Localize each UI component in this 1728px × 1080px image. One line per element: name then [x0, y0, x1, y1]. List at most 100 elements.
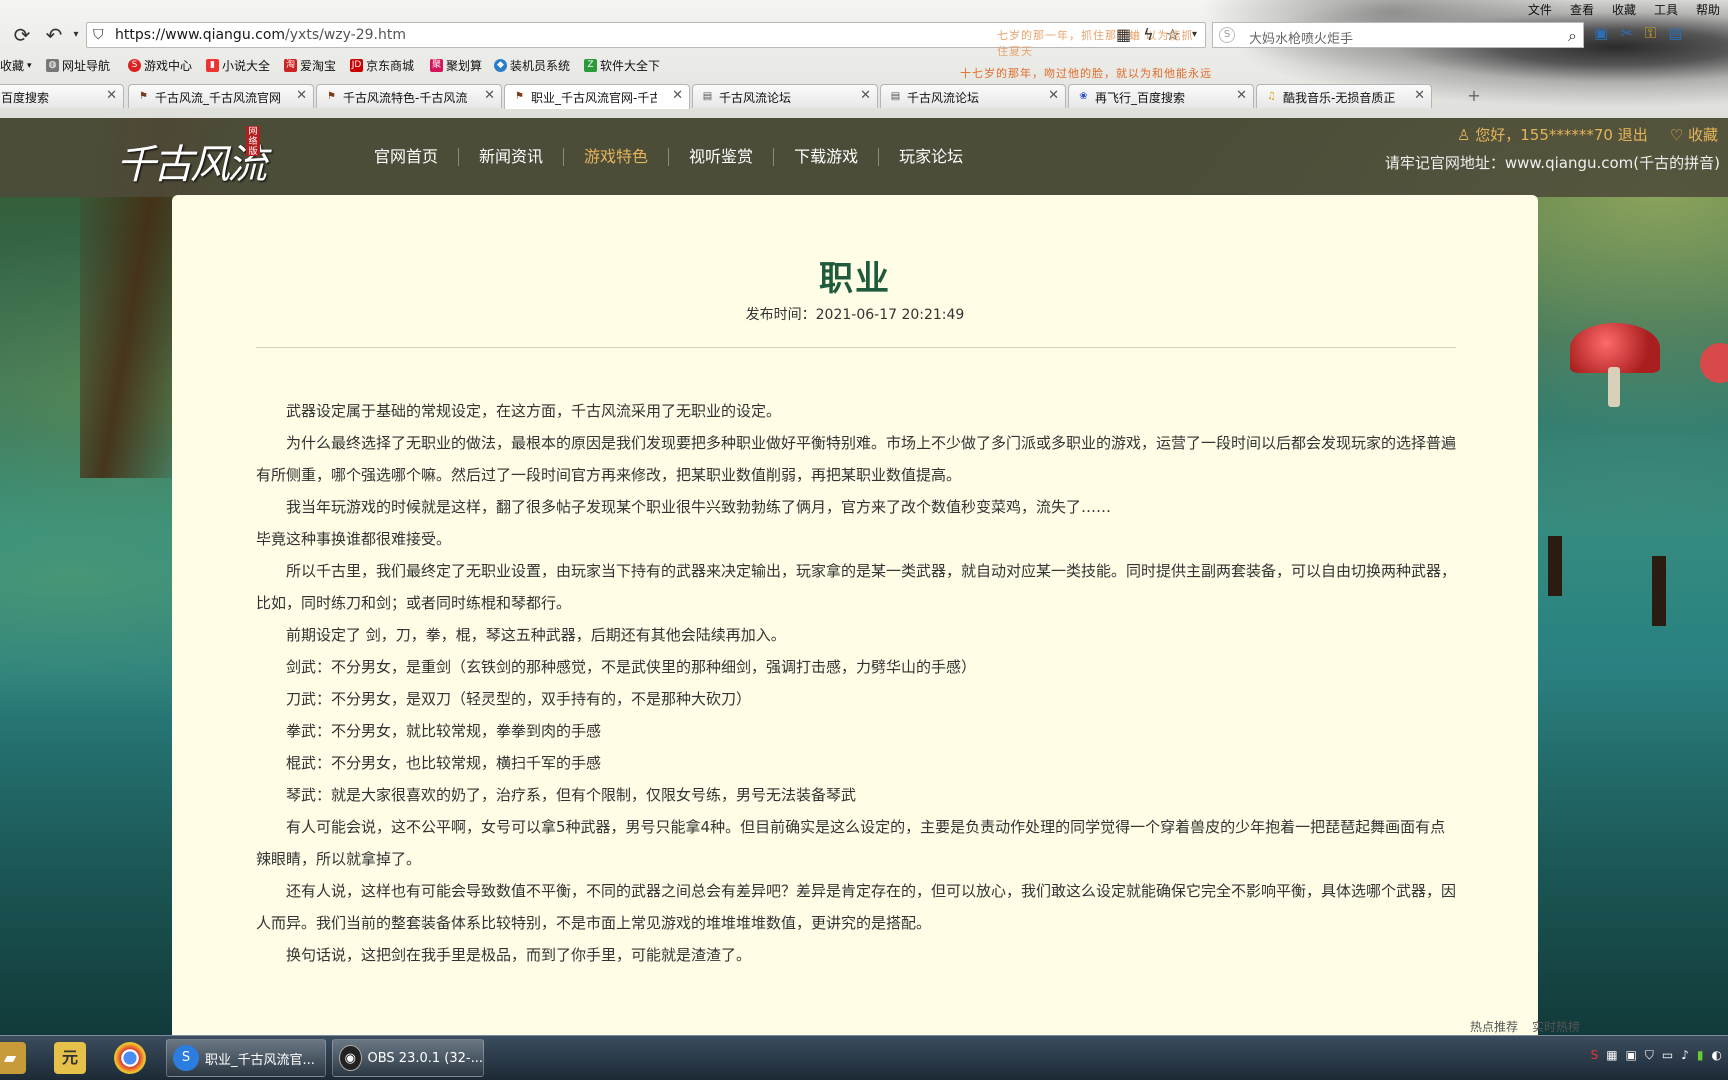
close-icon[interactable]: ✕ [860, 88, 871, 103]
tray-app-icon[interactable]: ▦ [1606, 1048, 1617, 1063]
tab-baidu-feixing[interactable]: ❀ 再飞行_百度搜索 ✕ [1068, 84, 1254, 108]
scissors-icon[interactable]: ✂ [1620, 24, 1633, 42]
background-mushroom [1570, 323, 1660, 407]
tab-label: 千古风流_千古风流官网- [155, 91, 281, 105]
nav-news[interactable]: 新闻资讯 [458, 148, 563, 166]
article-paragraph: 为什么最终选择了无职业的做法，最根本的原因是我们发现要把多种职业做好平衡特别难。… [256, 434, 1457, 484]
address-bar[interactable]: ⛉ https://www.qiangu.com/yxts/wzy-29.htm… [86, 22, 1206, 58]
menu-favorites[interactable]: 收藏 [1612, 1, 1636, 18]
nav-media[interactable]: 视听鉴赏 [668, 148, 773, 166]
bookmark-taobao[interactable]: 淘爱淘宝 [284, 57, 336, 74]
chevron-down-icon[interactable]: ▾ [1192, 25, 1197, 45]
menu-view[interactable]: 查看 [1570, 1, 1594, 18]
article-body: 武器设定属于基础的常规设定，在这方面，千古风流采用了无职业的设定。 为什么最终选择… [256, 395, 1456, 971]
site-logo[interactable]: 千古风流 [116, 132, 267, 190]
close-icon[interactable]: ✕ [1048, 88, 1059, 103]
nav-home[interactable]: 官网首页 [354, 148, 458, 166]
tray-app-icon[interactable]: ▣ [1626, 1048, 1637, 1063]
menu-file[interactable]: 文件 [1528, 1, 1552, 18]
taskbar-browser-window[interactable]: S 职业_千古风流官... [166, 1039, 326, 1077]
search-engine-icon[interactable]: S [1219, 27, 1235, 43]
bookmark-software[interactable]: Z 软件大全下 [584, 57, 660, 74]
menu-tools[interactable]: 工具 [1654, 1, 1678, 18]
tab-forum-1[interactable]: ▤ 千古风流论坛 ✕ [692, 84, 878, 108]
article-paragraph: 刀武：不分男女，是双刀（轻灵型的，双手持有的，不是那种大砍刀） [286, 690, 752, 708]
background-post [1652, 556, 1666, 626]
novel-icon: ▮ [206, 59, 219, 72]
bookmark-novels[interactable]: ▮ 小说大全 [206, 57, 270, 74]
software-icon: Z [584, 59, 597, 72]
chevron-down-icon: ▾ [27, 60, 32, 71]
tab-baidu-search[interactable]: 百度搜索 ✕ [0, 84, 124, 108]
tab-forum-2[interactable]: ▤ 千古风流论坛 ✕ [880, 84, 1066, 108]
new-tab-icon[interactable]: + [1462, 86, 1486, 106]
tray-app-icon[interactable]: ◐ [1712, 1048, 1722, 1063]
close-icon[interactable]: ✕ [106, 88, 117, 103]
star-icon[interactable]: ☆ [1166, 25, 1180, 45]
game-launcher-icon[interactable]: 元 [54, 1042, 86, 1074]
network-icon[interactable]: ▭ [1662, 1048, 1673, 1063]
close-icon[interactable]: ✕ [672, 88, 683, 103]
menu-help[interactable]: 帮助 [1696, 1, 1720, 18]
address-tools: ▦ ϟ ☆ ▾ [1116, 25, 1197, 45]
article-paragraph: 有人可能会说，这不公平啊，女号可以拿5种武器，男号只能拿4种。但目前确实是这么设… [256, 818, 1446, 868]
taskbar-obs-window[interactable]: ◉ OBS 23.0.1 (32-... [332, 1039, 484, 1077]
user-greeting[interactable]: ♙ 您好，155******70 退出 [1457, 124, 1648, 145]
url-path: /yxts/wzy-29.htm [285, 27, 406, 43]
chevron-down-icon[interactable]: ▾ [64, 23, 88, 47]
volume-icon[interactable]: ♪ [1681, 1048, 1689, 1063]
bookmark-jd[interactable]: JD 京东商城 [350, 57, 414, 74]
nav-features[interactable]: 游戏特色 [563, 148, 668, 166]
close-icon[interactable]: ✕ [1236, 88, 1247, 103]
bookmark-icon[interactable]: ▤ [1668, 24, 1682, 42]
nav-forum[interactable]: 玩家论坛 [878, 148, 983, 166]
bookmark-label: 网址导航 [62, 59, 111, 73]
hot-list[interactable]: 实时热榜 [1532, 1018, 1580, 1035]
refresh-icon[interactable]: ⟳ [10, 23, 34, 47]
bookmark-label: 收藏 [0, 59, 25, 73]
folder-icon[interactable]: ▰ [0, 1042, 26, 1074]
date-label: 发布时间： [745, 307, 816, 323]
shield-icon[interactable]: ⛉ [1645, 1048, 1654, 1063]
jd-icon: JD [350, 59, 363, 72]
undo-icon[interactable]: ↶ [42, 23, 66, 47]
nav-download[interactable]: 下载游戏 [773, 148, 878, 166]
web-page: 千古风流 网络版 官网首页 新闻资讯 游戏特色 视听鉴赏 下载游戏 玩家论坛 ♙… [0, 118, 1728, 1035]
tab-career-active[interactable]: ⚑ 职业_千古风流官网-千古 ✕ [504, 84, 690, 109]
search-input[interactable]: 大妈水枪喷火炬手 [1249, 28, 1353, 47]
tab-kuwo-music[interactable]: ♫ 酷我音乐-无损音质正 ✕ [1256, 84, 1432, 108]
key-icon[interactable]: ⚿ [1645, 24, 1656, 42]
heart-icon: ♡ [1669, 126, 1684, 144]
tab-qiangu-home[interactable]: ⚑ 千古风流_千古风流官网- ✕ [128, 84, 314, 108]
tab-label: 酷我音乐-无损音质正 [1283, 91, 1396, 105]
taskbar-button-label: OBS 23.0.1 (32-... [367, 1050, 484, 1066]
bookmark-favorites[interactable]: 收藏 ▾ [0, 57, 32, 74]
lightning-icon[interactable]: ϟ [1143, 25, 1154, 45]
article-paragraph: 琴武：就是大家很喜欢的奶了，治疗系，但有个限制，仅限女号练，男号无法装备琴武 [286, 786, 857, 804]
chrome-icon[interactable] [114, 1042, 146, 1074]
sogou-ime-icon[interactable]: S [1591, 1048, 1599, 1063]
tab-qiangu-features[interactable]: ⚑ 千古风流特色-千古风流 ✕ [316, 84, 502, 108]
taskbar-button-label: 职业_千古风流官... [205, 1052, 315, 1068]
favorite-link[interactable]: ♡ 收藏 [1670, 124, 1718, 145]
url-text[interactable]: https://www.qiangu.com/yxts/wzy-29.htm [115, 27, 406, 43]
background-post [1548, 536, 1562, 596]
bookmark-installer[interactable]: ◆ 装机员系统 [494, 57, 570, 74]
close-icon[interactable]: ✕ [296, 88, 307, 103]
bookmark-label: 游戏中心 [144, 59, 193, 73]
taobao-icon: 淘 [284, 59, 297, 72]
extension-icon[interactable]: ▣ [1594, 24, 1608, 42]
game-icon: ⚑ [139, 91, 148, 102]
bookmark-site-nav[interactable]: ◍ 网址导航 [46, 57, 110, 74]
divider [256, 347, 1456, 348]
hot-recommend[interactable]: 热点推荐 [1470, 1018, 1518, 1035]
close-icon[interactable]: ✕ [484, 88, 495, 103]
bookmark-game-center[interactable]: S 游戏中心 [128, 57, 192, 74]
close-icon[interactable]: ✕ [1414, 88, 1425, 103]
bookmark-label: 小说大全 [222, 59, 271, 73]
bookmark-juhuasuan[interactable]: 聚聚划算 [430, 57, 482, 74]
search-icon[interactable]: ⌕ [1568, 26, 1577, 46]
qr-code-icon[interactable]: ▦ [1116, 25, 1131, 45]
search-box[interactable]: S 大妈水枪喷火炬手 ⌕ [1212, 22, 1584, 48]
tray-app-icon[interactable]: ▮ [1697, 1048, 1704, 1063]
